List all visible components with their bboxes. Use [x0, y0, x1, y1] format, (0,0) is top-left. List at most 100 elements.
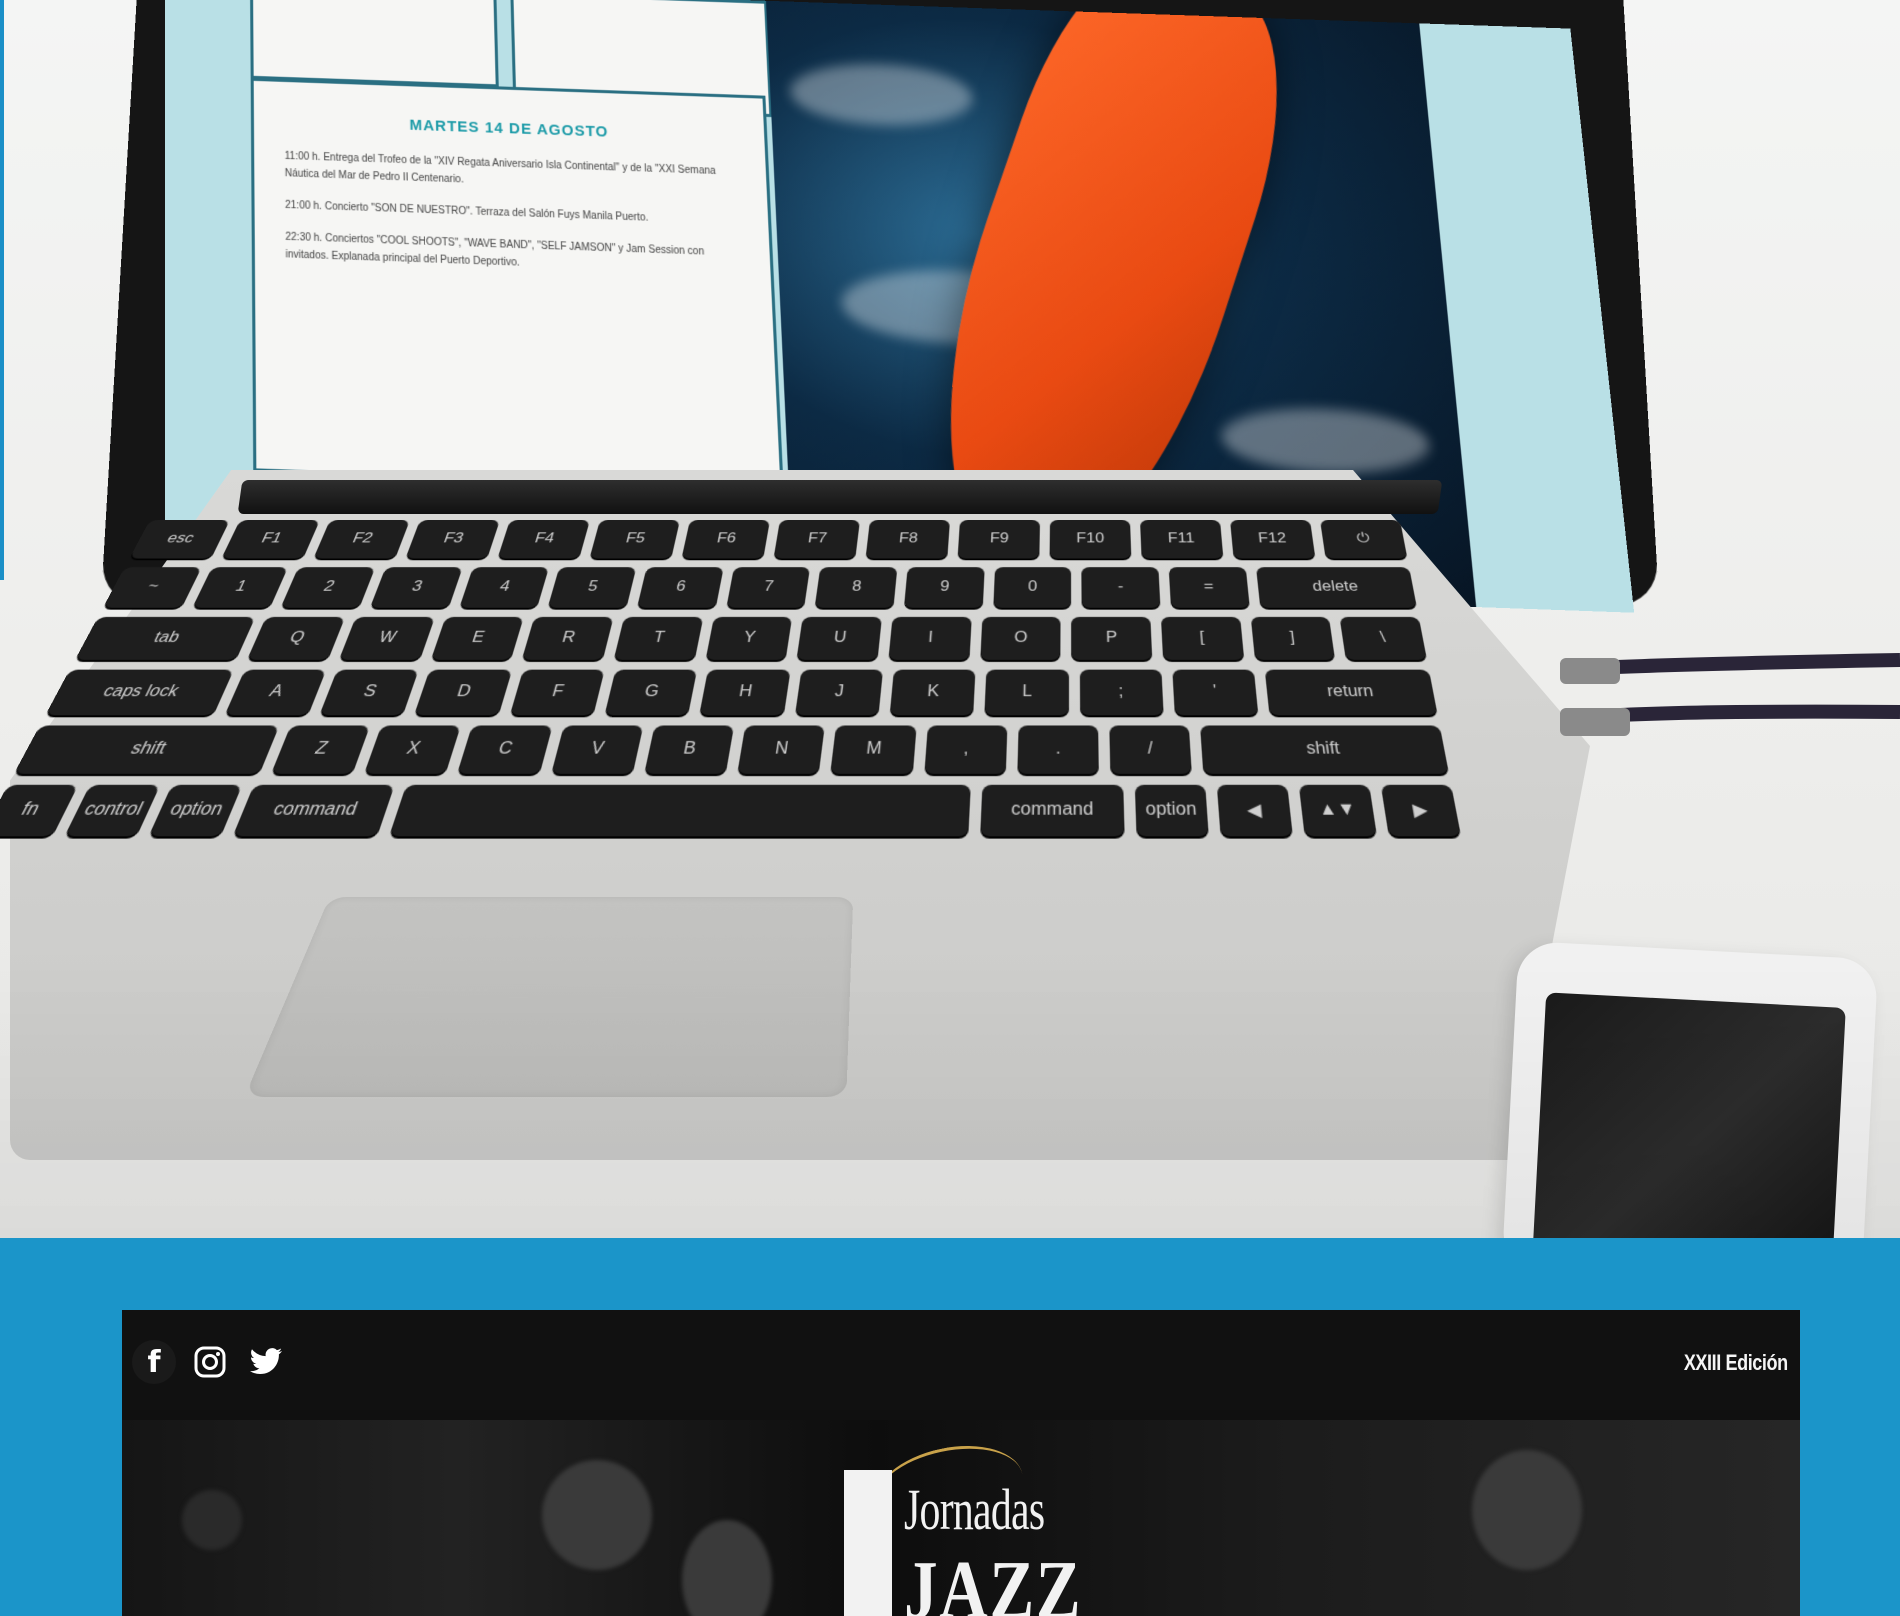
wave — [1218, 405, 1433, 477]
laptop-hinge — [237, 480, 1443, 514]
key: S — [319, 669, 420, 716]
key: F8 — [865, 520, 950, 559]
keyboard-row: tab Q W E R T Y U I O P [ ] \ — [74, 616, 1428, 660]
keyboard: esc F1 F2 F3 F4 F5 F6 F7 F8 F9 F10 F11 F… — [0, 520, 1469, 876]
arrow-left-key: ◀ — [1216, 784, 1293, 837]
key: 2 — [280, 567, 376, 608]
key: F6 — [681, 520, 770, 559]
usb-cables — [1560, 653, 1900, 736]
key: I — [888, 616, 972, 660]
microphone-silhouette — [182, 1490, 242, 1550]
key: 7 — [725, 567, 811, 608]
facebook-icon[interactable]: f — [132, 1340, 176, 1384]
instagram-icon[interactable] — [188, 1340, 232, 1384]
wave — [788, 61, 975, 129]
logo-word: Jornadas — [904, 1477, 1045, 1542]
keyboard-row: ~ 1 2 3 4 5 6 7 8 9 0 - = delete — [102, 567, 1418, 608]
keyboard-row: esc F1 F2 F3 F4 F5 F6 F7 F8 F9 F10 F11 F… — [129, 520, 1408, 559]
blue-band: f XXIII Edición Jornadas JAZZ — [0, 1238, 1900, 1616]
laptop-photo: MARTES 14 DE AGOSTO 11:00 h. Entrega del… — [0, 0, 1900, 1238]
key: P — [1071, 616, 1153, 660]
keyboard-row: caps lock A S D F G H J K L ; ' return — [45, 669, 1438, 716]
key: J — [794, 669, 884, 716]
key: F11 — [1140, 520, 1224, 559]
key: E — [430, 616, 525, 660]
key: F9 — [957, 520, 1040, 559]
jazz-site-preview: f XXIII Edición Jornadas JAZZ — [122, 1310, 1800, 1616]
key: W — [338, 616, 435, 660]
option-key: option — [1134, 784, 1209, 837]
jornadas-jazz-logo: Jornadas JAZZ — [844, 1433, 1104, 1616]
left-blue-edge — [0, 0, 4, 580]
edition-label: XXIII Edición — [1684, 1350, 1788, 1375]
schedule-heading: MARTES 14 DE AGOSTO — [409, 116, 609, 141]
shift-key: shift — [13, 725, 280, 774]
arrow-up-down-key: ▲▼ — [1298, 784, 1377, 837]
twitter-icon[interactable] — [244, 1340, 288, 1384]
key: H — [699, 669, 791, 716]
key: = — [1168, 567, 1250, 608]
command-key: command — [232, 784, 396, 837]
logo-j-bar — [844, 1470, 892, 1616]
key: B — [643, 725, 735, 774]
keyboard-row: fn control option command command option… — [0, 784, 1462, 837]
schedule-line: 11:00 h. Entrega del Trofeo de la "XIV R… — [284, 150, 716, 186]
key: 1 — [191, 567, 289, 608]
key: K — [889, 669, 976, 716]
key: L — [984, 669, 1069, 716]
key: 4 — [458, 567, 550, 608]
facebook-glyph: f — [147, 1344, 161, 1380]
caps-lock-key: caps lock — [45, 669, 234, 716]
key: Q — [247, 616, 346, 660]
screen-schedule-card: MARTES 14 DE AGOSTO 11:00 h. Entrega del… — [250, 77, 784, 491]
desk-shadow — [0, 960, 1900, 1238]
key: X — [364, 725, 462, 774]
key: Y — [705, 616, 793, 660]
key: F12 — [1230, 520, 1316, 559]
key: ; — [1079, 669, 1164, 716]
key: ' — [1172, 669, 1259, 716]
site-header: f XXIII Edición — [122, 1310, 1800, 1410]
key: 0 — [993, 567, 1072, 608]
key: D — [414, 669, 512, 716]
key: A — [224, 669, 327, 716]
key: / — [1109, 725, 1193, 774]
key: 9 — [904, 567, 985, 608]
key: . — [1017, 725, 1099, 774]
key: ] — [1250, 616, 1336, 660]
delete-key: delete — [1255, 567, 1418, 608]
key: \ — [1339, 616, 1428, 660]
key: F7 — [773, 520, 860, 559]
key: R — [522, 616, 614, 660]
key: O — [979, 616, 1061, 660]
instagram-glyph — [194, 1346, 226, 1378]
key: U — [796, 616, 883, 660]
key: F3 — [405, 520, 500, 559]
option-key: option — [148, 784, 243, 837]
key: 3 — [369, 567, 463, 608]
command-key: command — [979, 784, 1125, 837]
key: F1 — [221, 520, 320, 559]
arrow-right-key: ▶ — [1380, 784, 1462, 837]
musician-silhouette — [1472, 1450, 1582, 1570]
key: , — [923, 725, 1008, 774]
schedule-line: 22:30 h. Conciertos "COOL SHOOTS", "WAVE… — [285, 231, 705, 269]
social-links: f — [132, 1340, 288, 1384]
key: M — [830, 725, 917, 774]
tab-key: tab — [74, 616, 256, 660]
power-key: ⏻ — [1320, 520, 1408, 559]
control-key: control — [64, 784, 161, 837]
key: T — [613, 616, 704, 660]
key: F5 — [589, 520, 680, 559]
musician-silhouette — [682, 1520, 772, 1616]
key: N — [737, 725, 826, 774]
hero-banner: Jornadas JAZZ — [122, 1420, 1800, 1616]
fn-key: fn — [0, 784, 79, 837]
key: 6 — [636, 567, 724, 608]
key: [ — [1160, 616, 1244, 660]
logo-jazz: JAZZ — [904, 1544, 1083, 1616]
schedule-line: 21:00 h. Concierto "SON DE NUESTRO". Ter… — [285, 199, 649, 224]
twitter-glyph — [250, 1348, 282, 1375]
key: F — [509, 669, 605, 716]
key: F4 — [497, 520, 590, 559]
